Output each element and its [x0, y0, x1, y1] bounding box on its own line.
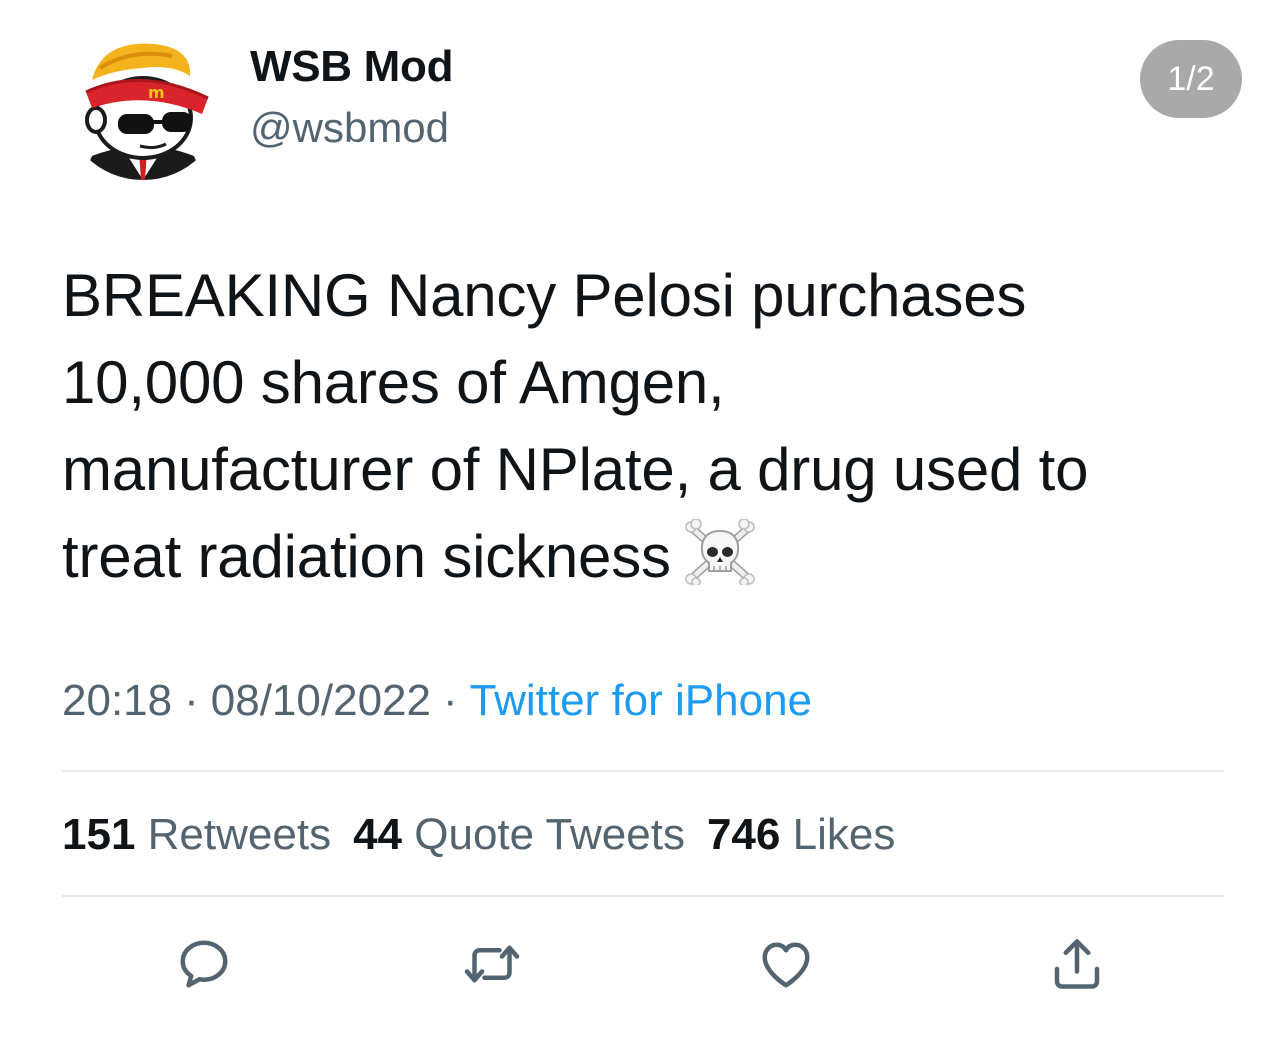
retweets-stat[interactable]: 151 Retweets	[62, 810, 331, 859]
likes-count: 746	[706, 810, 781, 859]
tweet-text-line-last: treat radiation sickness	[62, 513, 1232, 600]
reply-icon	[180, 940, 228, 988]
tweet-meta: 20:18 · 08/10/2022 · Twitter for iPhone	[62, 676, 812, 726]
image-page-indicator: 1/2	[1140, 40, 1242, 118]
tweet-text-line: treat radiation sickness	[62, 523, 671, 590]
meta-separator: ·	[442, 676, 458, 725]
retweets-count: 151	[62, 810, 136, 859]
tweet-text-line: manufacturer of NPlate, a drug used to	[62, 436, 1089, 503]
share-icon	[1054, 939, 1100, 989]
quote-tweets-label: Quote Tweets	[414, 810, 685, 859]
likes-stat[interactable]: 746 Likes	[707, 810, 895, 859]
quote-tweets-stat[interactable]: 44 Quote Tweets	[353, 810, 685, 859]
wsb-mascot-avatar-image: m	[62, 18, 224, 180]
meta-separator: ·	[184, 676, 199, 725]
avatar[interactable]: m	[62, 18, 224, 180]
tweet-stats: 151 Retweets 44 Quote Tweets 746 Likes	[62, 810, 917, 860]
heart-icon	[762, 942, 810, 988]
divider	[62, 895, 1224, 897]
display-name[interactable]: WSB Mod	[250, 42, 453, 92]
tweet-source-link[interactable]: Twitter for iPhone	[470, 676, 812, 725]
retweet-icon	[464, 945, 520, 983]
retweet-button[interactable]	[460, 932, 524, 996]
retweets-label: Retweets	[147, 810, 332, 859]
skull-and-crossbones-icon	[685, 519, 755, 585]
user-handle[interactable]: @wsbmod	[250, 104, 449, 152]
divider	[62, 770, 1224, 772]
tweet-text-line: 10,000 shares of Amgen,	[62, 349, 725, 416]
tweet-text: BREAKING Nancy Pelosi purchases 10,000 s…	[62, 252, 1232, 600]
like-button[interactable]	[754, 932, 818, 996]
tweet-text-line: BREAKING Nancy Pelosi purchases	[62, 262, 1027, 329]
share-button[interactable]	[1045, 932, 1109, 996]
tweet-date[interactable]: 08/10/2022	[211, 676, 431, 725]
tweet-time[interactable]: 20:18	[62, 676, 172, 725]
quote-tweets-count: 44	[353, 810, 403, 859]
reply-button[interactable]	[172, 932, 236, 996]
svg-text:m: m	[148, 83, 165, 102]
likes-label: Likes	[792, 810, 896, 859]
